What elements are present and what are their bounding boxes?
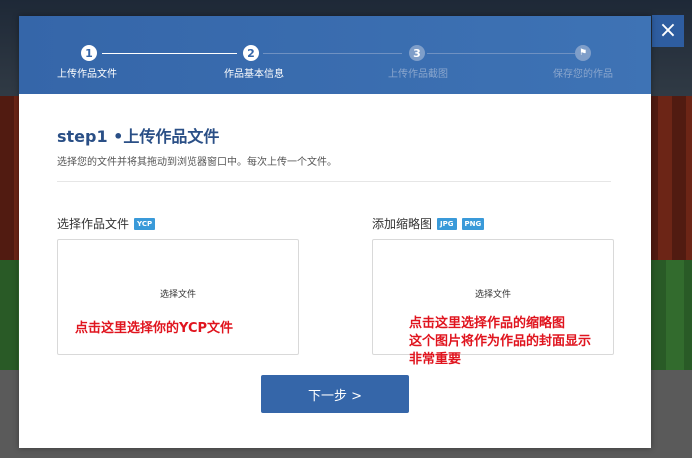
flag-icon: ⚑: [575, 45, 591, 61]
step-2-number: 2: [243, 45, 259, 61]
step-1-label: 上传作品文件: [57, 69, 117, 80]
steps-progress-bar: 1 上传作品文件 2 作品基本信息 3 上传作品截图 ⚑ 保存您的作品: [19, 16, 651, 94]
close-button[interactable]: ×: [652, 15, 684, 47]
divider: [57, 181, 611, 182]
thumbnail-annotation-line-2: 这个图片将作为作品的封面显示: [409, 334, 592, 349]
choose-file-text: 选择文件: [159, 290, 196, 300]
work-file-dropzone[interactable]: 选择文件: [57, 239, 299, 355]
ycp-annotation: 点击这里选择你的YCP文件: [75, 321, 234, 336]
add-thumbnail-label: 添加缩略图 JPG PNG: [372, 215, 485, 232]
next-step-button[interactable]: 下一步 >: [261, 375, 409, 413]
jpg-badge: JPG: [437, 217, 457, 230]
ycp-badge: YCP: [134, 217, 156, 230]
choose-thumbnail-text: 选择文件: [474, 290, 511, 300]
step-2-label: 作品基本信息: [224, 69, 284, 80]
step-3-label: 上传作品截图: [388, 69, 448, 80]
choose-work-file-text: 选择作品文件: [57, 217, 130, 231]
step-connector-3: [427, 53, 575, 54]
step-1-number: 1: [81, 45, 97, 61]
upload-modal: 1 上传作品文件 2 作品基本信息 3 上传作品截图 ⚑ 保存您的作品 step…: [19, 16, 651, 448]
page-description: 选择您的文件并将其拖动到浏览器窗口中。每次上传一个文件。: [57, 157, 337, 168]
thumbnail-annotation-line-3: 非常重要: [409, 352, 462, 367]
page-title: step1 •上传作品文件: [57, 127, 220, 146]
close-icon: ×: [658, 18, 678, 43]
step-4-label: 保存您的作品: [553, 69, 613, 80]
png-badge: PNG: [461, 217, 485, 230]
thumbnail-annotation-line-1: 点击这里选择作品的缩略图: [409, 316, 566, 331]
step-connector-2: [263, 53, 402, 54]
step-3-number: 3: [409, 45, 425, 61]
choose-work-file-label: 选择作品文件 YCP: [57, 215, 156, 232]
add-thumbnail-text: 添加缩略图: [372, 217, 433, 231]
step-connector-1: [102, 53, 237, 54]
